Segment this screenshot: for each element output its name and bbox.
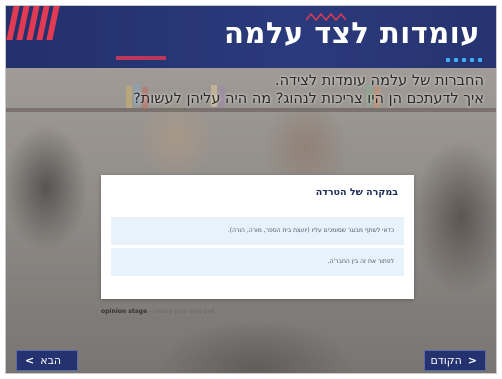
- previous-button[interactable]: הקודם >: [424, 350, 486, 371]
- create-poll-link[interactable]: - create your own poll: [147, 308, 215, 315]
- intro-question: איך לדעתכם הן היו צריכות לנהוג? מה היה ע…: [133, 91, 484, 107]
- chevron-right-icon: >: [467, 354, 477, 367]
- dots-decoration: [446, 58, 482, 62]
- poll-card: במקרה של הטרדה כדאי לשתף מבוגר שסומכים ע…: [101, 175, 414, 299]
- header-banner: עומדות לצד עלמה: [6, 6, 496, 68]
- intro-line: החברות של עלמה עומדות לצידה.: [275, 73, 484, 89]
- poll-question: במקרה של הטרדה: [315, 187, 398, 198]
- stripes-decoration: [6, 6, 66, 68]
- poll-credit: opinion stage - create your own poll: [101, 308, 215, 315]
- poll-option-tell-adult[interactable]: כדאי לשתף מבוגר שסומכים עליו (יועצת בית …: [111, 217, 404, 245]
- next-button[interactable]: < הבא: [16, 350, 78, 371]
- accent-bar-decoration: [116, 56, 166, 60]
- page-title: עומדות לצד עלמה: [223, 16, 480, 50]
- previous-button-label: הקודם: [430, 354, 462, 367]
- next-button-label: הבא: [40, 354, 62, 367]
- opinion-stage-brand[interactable]: opinion stage: [101, 308, 147, 315]
- chevron-left-icon: <: [25, 354, 35, 367]
- poll-option-solve-among-friends[interactable]: לפתור את זה בין החבר'ה.: [111, 248, 404, 276]
- intro-text: החברות של עלמה עומדות לצידה. איך לדעתכם …: [14, 72, 484, 108]
- slide-frame: עומדות לצד עלמה החברות של עלמה עומדות לצ…: [5, 5, 497, 374]
